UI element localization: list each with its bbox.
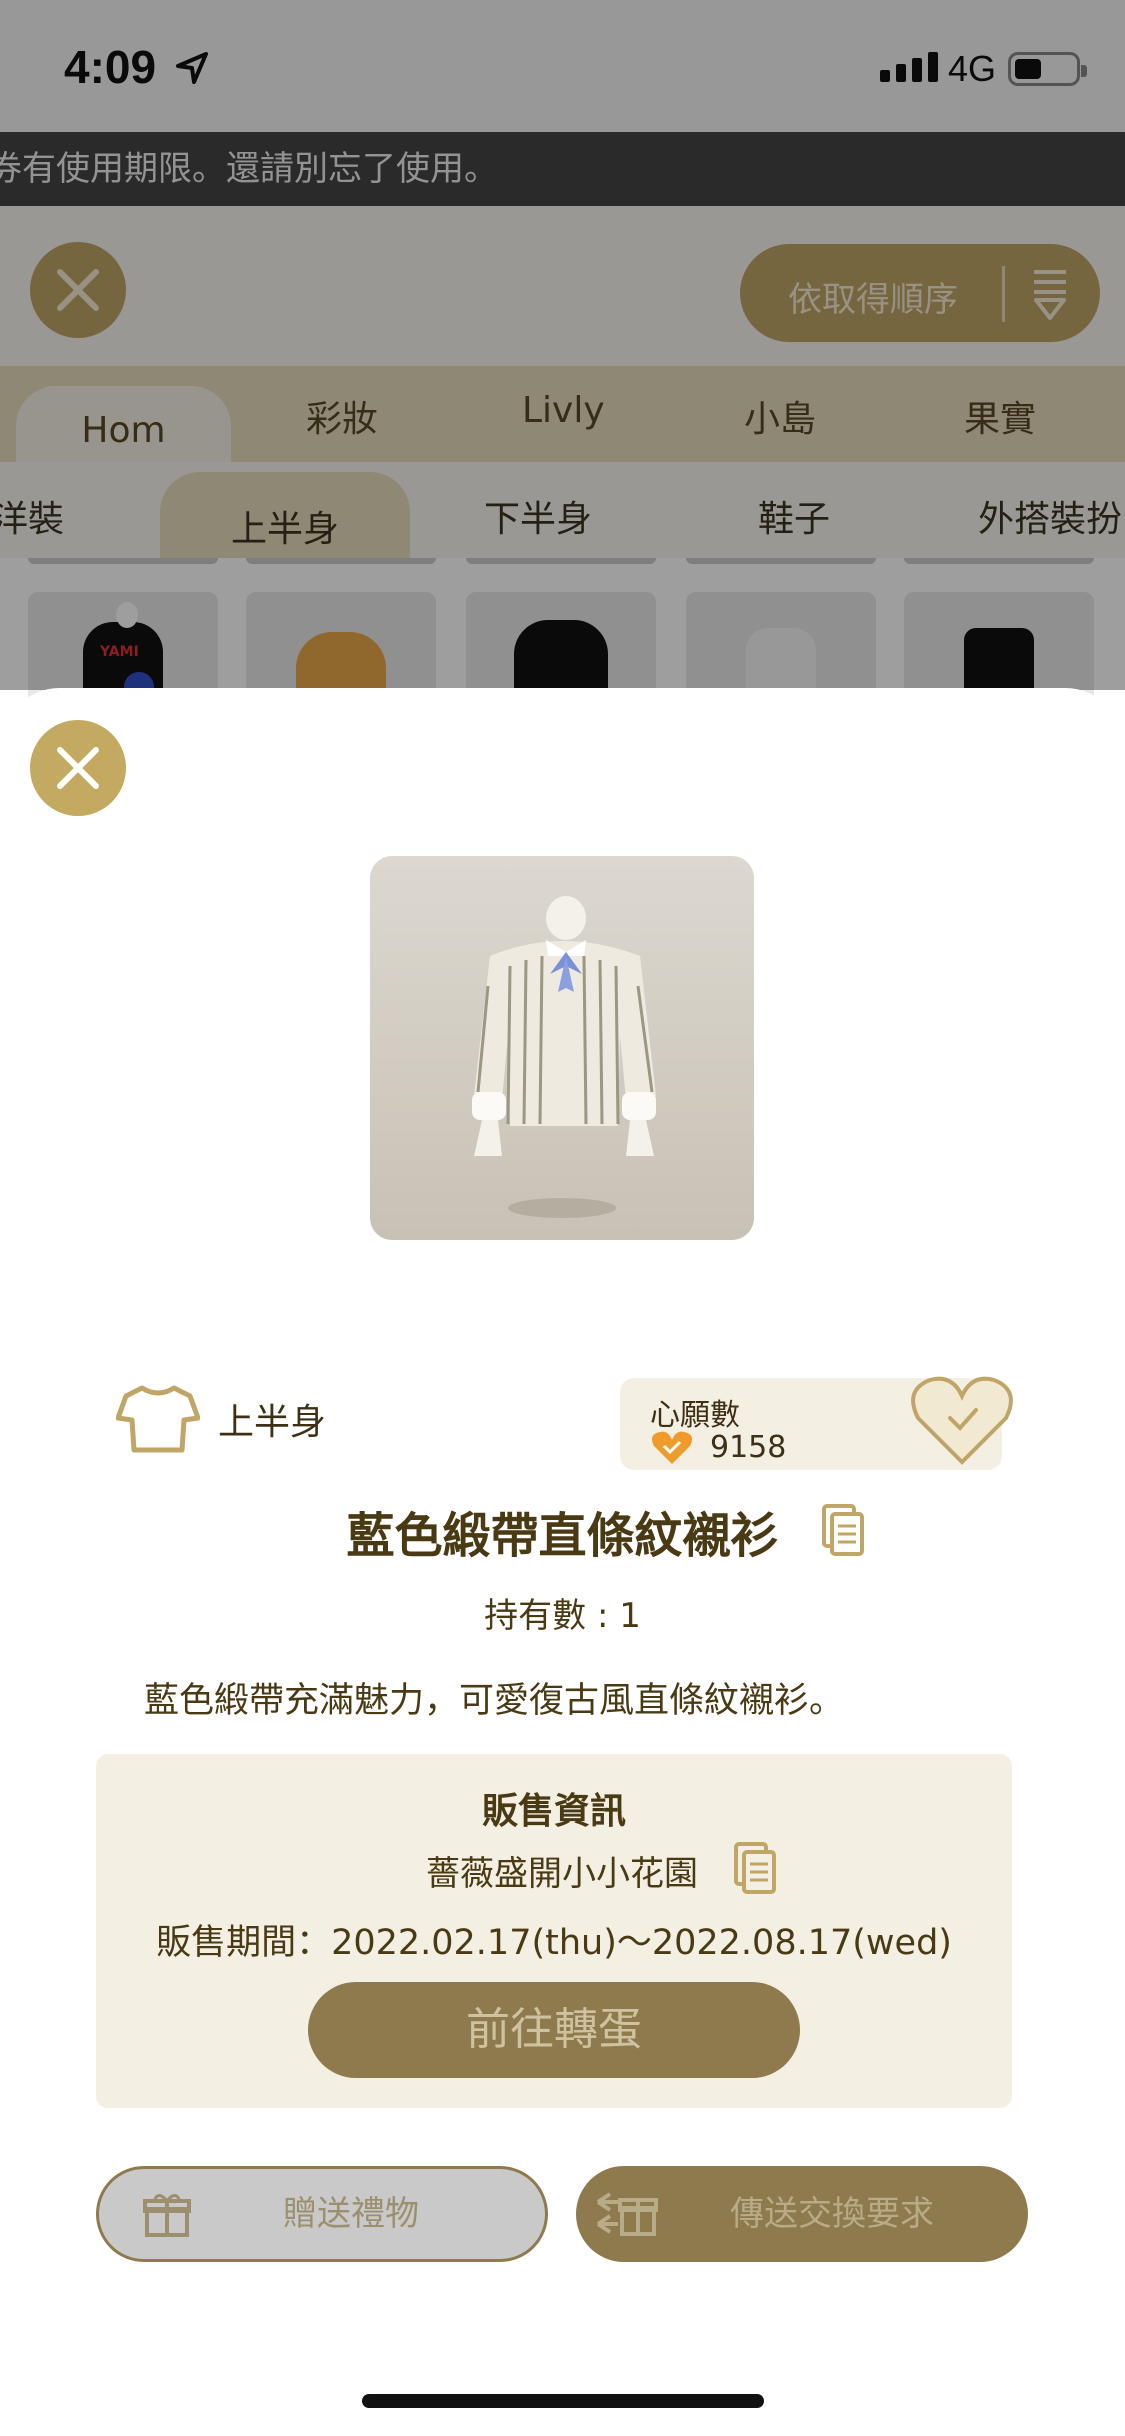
gift-icon bbox=[143, 2194, 191, 2237]
wish-label: 心願數 bbox=[650, 1398, 740, 1433]
home-indicator[interactable] bbox=[362, 2394, 764, 2408]
item-description: 藍色緞帶充滿魅力，可愛復古風直條紋襯衫。 bbox=[144, 1681, 845, 1721]
shirt-icon bbox=[116, 1385, 200, 1453]
sales-event-name: 薔薇盛開小小花園 bbox=[426, 1854, 698, 1894]
add-to-wishlist-icon[interactable] bbox=[908, 1372, 1016, 1468]
owned-count: 持有數 : 1 bbox=[484, 1596, 641, 1636]
item-category: 上半身 bbox=[116, 1384, 326, 1454]
send-gift-button[interactable]: 贈送禮物 bbox=[96, 2166, 548, 2262]
send-trade-request-button[interactable]: 傳送交換要求 bbox=[576, 2166, 1028, 2262]
item-detail-sheet: 上半身 心願數 9158 藍色緞帶直條紋襯衫 持有數 : 1 藍色緞帶充滿魅力，… bbox=[0, 688, 1125, 2436]
app-root: 4:09 4G 券有使用期限。還請別忘了使用。 依取得順序 Hom 彩妝 Liv… bbox=[0, 0, 1125, 2436]
trade-gift-icon bbox=[596, 2192, 658, 2236]
wish-count-panel: 心願數 9158 bbox=[620, 1376, 1013, 1470]
wish-heart-icon bbox=[652, 1431, 692, 1464]
event-info-icon[interactable] bbox=[732, 1840, 778, 1894]
go-to-gacha-button[interactable]: 前往轉蛋 bbox=[308, 1982, 800, 2078]
dim-overlay[interactable] bbox=[0, 0, 1125, 690]
category-label: 上半身 bbox=[218, 1402, 327, 1443]
item-title: 藍色緞帶直條紋襯衫 bbox=[346, 1508, 779, 1564]
close-detail-button[interactable] bbox=[30, 720, 126, 816]
send-gift-label: 贈送禮物 bbox=[283, 2194, 419, 2234]
item-info-icon[interactable] bbox=[820, 1502, 866, 1556]
send-trade-label: 傳送交換要求 bbox=[730, 2194, 934, 2234]
wish-count: 9158 bbox=[710, 1430, 787, 1465]
item-image bbox=[370, 856, 754, 1240]
sales-heading: 販售資訊 bbox=[481, 1791, 626, 1832]
striped-shirt-illustration bbox=[472, 896, 656, 1218]
close-icon bbox=[57, 747, 99, 789]
sales-info-panel: 販售資訊 薔薇盛開小小花園 販售期間：2022.02.17(thu)～2022.… bbox=[96, 1754, 1012, 2108]
sales-period: 販售期間：2022.02.17(thu)～2022.08.17(wed) bbox=[156, 1923, 952, 1963]
